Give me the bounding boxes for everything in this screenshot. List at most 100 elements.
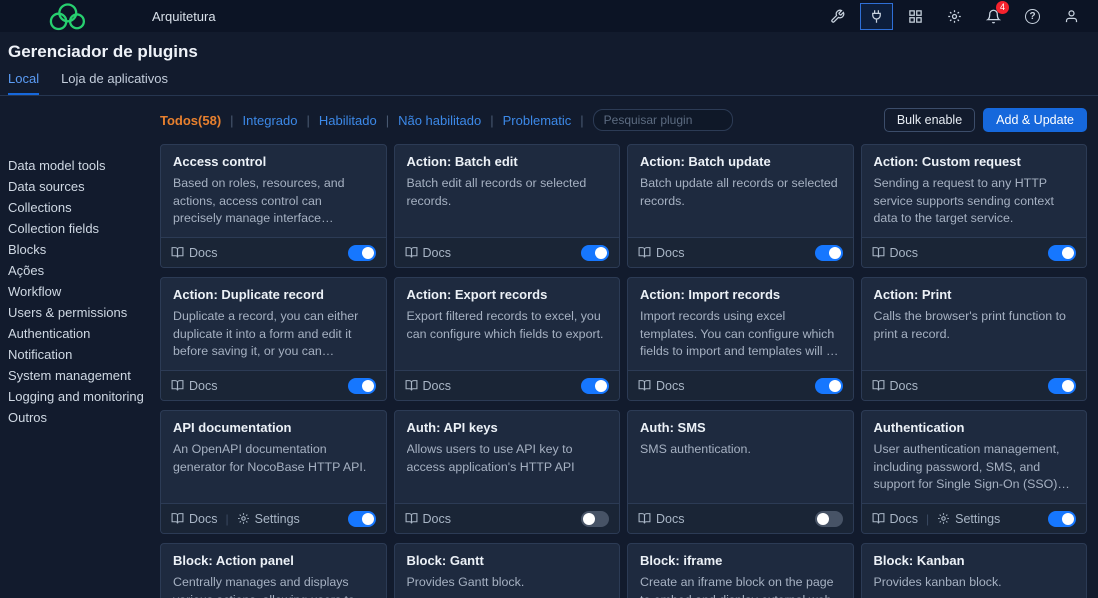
enable-toggle[interactable] xyxy=(348,378,376,394)
plugin-title: Auth: API keys xyxy=(407,420,608,435)
plugin-title: Action: Import records xyxy=(640,287,841,302)
plugin-card-body: API documentation An OpenAPI documentati… xyxy=(161,411,386,503)
nocobase-logo[interactable] xyxy=(44,2,90,33)
docs-link[interactable]: Docs xyxy=(872,379,918,393)
enable-toggle[interactable] xyxy=(1048,245,1076,261)
gear-icon xyxy=(237,512,250,525)
enable-toggle[interactable] xyxy=(1048,511,1076,527)
category-sidebar: Data model tools Data sources Collection… xyxy=(8,108,160,598)
enable-toggle[interactable] xyxy=(815,511,843,527)
docs-link[interactable]: Docs xyxy=(171,379,217,393)
plugin-description: User authentication management, includin… xyxy=(874,441,1075,494)
enable-toggle[interactable] xyxy=(815,378,843,394)
add-update-button[interactable]: Add & Update xyxy=(983,108,1087,132)
help-icon[interactable]: ? xyxy=(1016,3,1049,30)
plugin-card: Access control Based on roles, resources… xyxy=(160,144,387,268)
sidebar-item[interactable]: Users & permissions xyxy=(8,302,160,323)
plugin-description: An OpenAPI documentation generator for N… xyxy=(173,441,374,476)
plugin-card-footer: Docs xyxy=(161,370,386,400)
page-title: Gerenciador de plugins xyxy=(8,42,1098,62)
enable-toggle[interactable] xyxy=(1048,378,1076,394)
tools-icon[interactable] xyxy=(821,3,854,30)
docs-icon xyxy=(171,379,184,392)
docs-link[interactable]: Docs xyxy=(405,512,451,526)
tab-local[interactable]: Local xyxy=(8,71,39,95)
docs-link[interactable]: Docs xyxy=(638,512,684,526)
plugin-description: Import records using excel templates. Yo… xyxy=(640,308,841,361)
docs-icon xyxy=(171,246,184,259)
plugin-card: Action: Batch edit Batch edit all record… xyxy=(394,144,621,268)
sidebar-item[interactable]: System management xyxy=(8,365,160,386)
plugin-description: Create an iframe block on the page to em… xyxy=(640,574,841,598)
plugin-card-footer: Docs | Settings xyxy=(161,503,386,533)
plugin-manager-icon[interactable] xyxy=(860,3,893,30)
plugin-card-body: Access control Based on roles, resources… xyxy=(161,145,386,237)
docs-link[interactable]: Docs xyxy=(171,246,217,260)
plugin-card-body: Auth: SMS SMS authentication. xyxy=(628,411,853,503)
app-title[interactable]: Arquitetura xyxy=(152,9,216,24)
plugin-card-footer: Docs | Settings xyxy=(862,503,1087,533)
tab-app-store[interactable]: Loja de aplicativos xyxy=(61,71,168,95)
app-header: Arquitetura 4 ? xyxy=(0,0,1098,32)
plugin-title: Action: Custom request xyxy=(874,154,1075,169)
enable-toggle[interactable] xyxy=(348,511,376,527)
plugin-card-body: Action: Print Calls the browser's print … xyxy=(862,278,1087,370)
enable-toggle[interactable] xyxy=(581,245,609,261)
plugin-title: Action: Batch update xyxy=(640,154,841,169)
question-mark-icon: ? xyxy=(1025,9,1040,24)
settings-link[interactable]: Settings xyxy=(237,512,300,526)
filter-link[interactable]: Habilitado xyxy=(297,113,376,128)
sidebar-item[interactable]: Collection fields xyxy=(8,218,160,239)
plugin-card-body: Action: Batch edit Batch edit all record… xyxy=(395,145,620,237)
docs-icon xyxy=(872,512,885,525)
docs-link[interactable]: Docs xyxy=(872,246,918,260)
sidebar-item[interactable]: Authentication xyxy=(8,323,160,344)
enable-toggle[interactable] xyxy=(348,245,376,261)
docs-icon xyxy=(171,512,184,525)
notifications-bell-icon[interactable]: 4 xyxy=(977,3,1010,30)
docs-link[interactable]: Docs xyxy=(872,512,918,526)
docs-link[interactable]: Docs xyxy=(405,246,451,260)
plugin-card: Block: Action panel Centrally manages an… xyxy=(160,543,387,598)
docs-icon xyxy=(405,379,418,392)
settings-link[interactable]: Settings xyxy=(937,512,1000,526)
sidebar-item[interactable]: Data sources xyxy=(8,176,160,197)
apps-grid-icon[interactable] xyxy=(899,3,932,30)
sidebar-item[interactable]: Data model tools xyxy=(8,155,160,176)
docs-link[interactable]: Docs xyxy=(638,379,684,393)
plugin-title: Block: Action panel xyxy=(173,553,374,568)
main-panel: Todos(58) Integrado Habilitado Não habil… xyxy=(160,108,1087,598)
plugin-card: Auth: API keys Allows users to use API k… xyxy=(394,410,621,534)
bulk-enable-button[interactable]: Bulk enable xyxy=(884,108,975,132)
sidebar-item[interactable]: Workflow xyxy=(8,281,160,302)
docs-link[interactable]: Docs xyxy=(638,246,684,260)
enable-toggle[interactable] xyxy=(581,378,609,394)
docs-link[interactable]: Docs xyxy=(171,512,217,526)
docs-link[interactable]: Docs xyxy=(405,379,451,393)
sidebar-item[interactable]: Outros xyxy=(8,407,160,428)
docs-label: Docs xyxy=(656,246,684,260)
plugin-description: Batch edit all records or selected recor… xyxy=(407,175,608,210)
sidebar-item[interactable]: Collections xyxy=(8,197,160,218)
enable-toggle[interactable] xyxy=(581,511,609,527)
filter-link[interactable]: Problematic xyxy=(481,113,571,128)
filter-link[interactable]: Integrado xyxy=(221,113,297,128)
plugin-card-body: Block: Kanban Provides kanban block. xyxy=(862,544,1087,598)
sidebar-item[interactable]: Notification xyxy=(8,344,160,365)
settings-gear-icon[interactable] xyxy=(938,3,971,30)
plugin-card-body: Auth: API keys Allows users to use API k… xyxy=(395,411,620,503)
plugin-description: Provides kanban block. xyxy=(874,574,1075,592)
plugin-toolbar: Todos(58) Integrado Habilitado Não habil… xyxy=(160,108,1087,132)
sidebar-item[interactable]: Ações xyxy=(8,260,160,281)
filter-link[interactable]: Não habilitado xyxy=(377,113,482,128)
content: Data model tools Data sources Collection… xyxy=(0,96,1098,598)
search-input[interactable] xyxy=(593,109,733,131)
sidebar-item[interactable]: Logging and monitoring xyxy=(8,386,160,407)
enable-toggle[interactable] xyxy=(815,245,843,261)
user-icon[interactable] xyxy=(1055,3,1088,30)
docs-icon xyxy=(872,246,885,259)
sidebar-item[interactable]: Blocks xyxy=(8,239,160,260)
plugin-card-body: Action: Batch update Batch update all re… xyxy=(628,145,853,237)
plugin-title: Block: Kanban xyxy=(874,553,1075,568)
filter-link[interactable]: Todos(58) xyxy=(160,113,221,128)
